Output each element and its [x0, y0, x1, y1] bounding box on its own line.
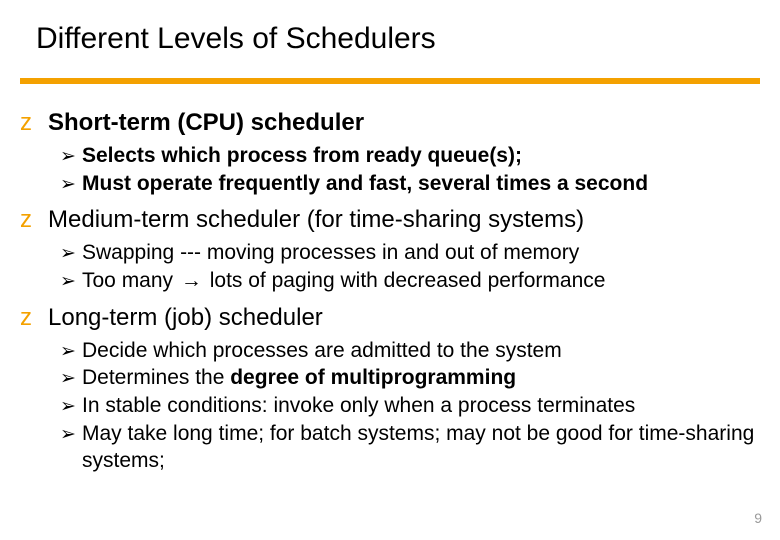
z-icon: z: [20, 206, 48, 234]
triangle-arrow-icon: ➢: [60, 242, 82, 267]
bullet-text: Too many → lots of paging with decreased…: [82, 267, 760, 294]
sub-list: ➢Swapping --- moving processes in and ou…: [60, 239, 760, 294]
z-icon: z: [20, 304, 48, 332]
slide-content: zShort-term (CPU) scheduler➢Selects whic…: [20, 100, 760, 478]
title-underline: [20, 78, 760, 84]
bullet-level2: ➢Decide which processes are admitted to …: [60, 337, 760, 365]
sub-list: ➢Selects which process from ready queue(…: [60, 142, 760, 197]
triangle-arrow-icon: ➢: [60, 340, 82, 365]
section: zLong-term (job) scheduler➢Decide which …: [20, 303, 760, 475]
bullet-level2: ➢Swapping --- moving processes in and ou…: [60, 239, 760, 267]
bullet-level1: zLong-term (job) scheduler: [20, 303, 760, 333]
bullet-level1: zMedium-term scheduler (for time-sharing…: [20, 205, 760, 235]
bullet-text: May take long time; for batch systems; m…: [82, 420, 760, 475]
section: zMedium-term scheduler (for time-sharing…: [20, 205, 760, 294]
bullet-level2: ➢Too many → lots of paging with decrease…: [60, 267, 760, 295]
bullet-level1: zShort-term (CPU) scheduler: [20, 108, 760, 138]
bullet-text: Determines the degree of multiprogrammin…: [82, 364, 760, 391]
section: zShort-term (CPU) scheduler ➢Selects whic…: [20, 108, 760, 197]
triangle-arrow-icon: ➢: [60, 395, 82, 420]
bullet-text: In stable conditions: invoke only when a…: [82, 392, 760, 419]
page-number: 9: [754, 510, 762, 526]
bullet-level2: ➢Selects which process from ready queue(…: [60, 142, 760, 170]
triangle-arrow-icon: ➢: [60, 145, 82, 170]
bullet-heading: Medium-term scheduler (for time-sharing …: [48, 205, 584, 235]
z-icon: z: [20, 109, 48, 137]
bullet-text: Swapping --- moving processes in and out…: [82, 239, 760, 266]
bullet-level2: ➢In stable conditions: invoke only when …: [60, 392, 760, 420]
bullet-text: Selects which process from ready queue(s…: [82, 142, 760, 169]
bullet-text: Decide which processes are admitted to t…: [82, 337, 760, 364]
bullet-text: Must operate frequently and fast, severa…: [82, 170, 760, 197]
bullet-level2: ➢Determines the degree of multiprogrammi…: [60, 364, 760, 392]
triangle-arrow-icon: ➢: [60, 270, 82, 295]
bullet-heading: Long-term (job) scheduler: [48, 303, 323, 333]
triangle-arrow-icon: ➢: [60, 423, 82, 448]
slide-title: Different Levels of Schedulers: [36, 22, 436, 56]
triangle-arrow-icon: ➢: [60, 367, 82, 392]
sub-list: ➢Decide which processes are admitted to …: [60, 337, 760, 475]
triangle-arrow-icon: ➢: [60, 173, 82, 198]
bullet-heading: Short-term (CPU) scheduler: [48, 108, 364, 138]
slide: Different Levels of Schedulers zShort-te…: [0, 0, 780, 540]
bullet-level2: ➢Must operate frequently and fast, sever…: [60, 170, 760, 198]
bullet-level2: ➢May take long time; for batch systems; …: [60, 420, 760, 475]
